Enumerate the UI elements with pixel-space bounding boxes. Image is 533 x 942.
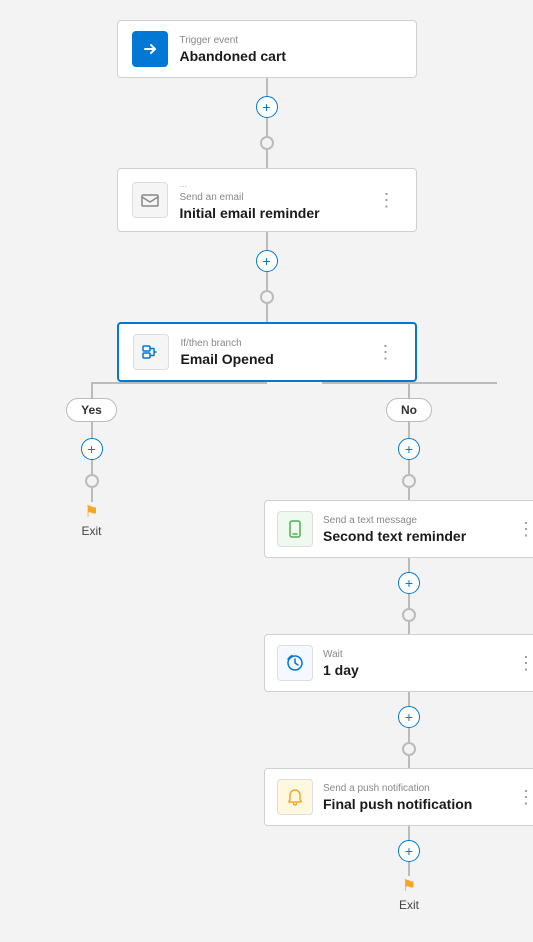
yes-line-mid (91, 422, 93, 438)
no-circle-3 (402, 742, 416, 756)
email-action-title: Initial email reminder (180, 205, 372, 221)
yes-exit-flag: ⚑ Exit (81, 502, 101, 538)
yes-label: Yes (66, 398, 117, 422)
no-line-10 (408, 862, 410, 876)
push-title: Final push notification (323, 796, 511, 812)
yes-add-btn[interactable]: + (81, 438, 103, 460)
email-menu-btn[interactable]: ⋮ (372, 187, 402, 213)
wait-label: Wait (323, 649, 511, 660)
no-line-8 (408, 756, 410, 768)
push-icon (277, 779, 313, 815)
flow-canvas: Trigger event Abandoned cart + ... Send … (0, 0, 533, 942)
sms-title: Second text reminder (323, 528, 511, 544)
no-exit-label: Exit (399, 898, 419, 912)
email-card[interactable]: ... Send an email Initial email reminder… (117, 168, 417, 232)
email-meta: ... (180, 179, 372, 189)
yes-exit-icon: ⚑ (84, 502, 98, 522)
branch-card[interactable]: If/then branch Email Opened ⋮ (117, 322, 417, 382)
trigger-text: Trigger event Abandoned cart (180, 35, 402, 64)
trigger-card[interactable]: Trigger event Abandoned cart (117, 20, 417, 78)
connector-circle-1 (260, 136, 274, 150)
sms-card[interactable]: Send a text message Second text reminder… (264, 500, 533, 558)
no-add-btn-1[interactable]: + (398, 438, 420, 460)
no-line-7 (408, 728, 410, 742)
connector-line-6 (266, 304, 268, 322)
branch-h-line-left (92, 382, 267, 384)
no-exit-flag: ⚑ Exit (399, 876, 419, 912)
branch-label: If/then branch (181, 338, 371, 349)
push-card[interactable]: Send a push notification Final push noti… (264, 768, 533, 826)
no-label: No (386, 398, 432, 422)
connector-line-1 (266, 78, 268, 96)
no-exit-icon: ⚑ (402, 876, 416, 896)
wait-title: 1 day (323, 662, 511, 678)
sms-text: Send a text message Second text reminder (323, 515, 511, 544)
no-line-6 (408, 692, 410, 706)
push-text: Send a push notification Final push noti… (323, 783, 511, 812)
push-menu-btn[interactable]: ⋮ (511, 784, 533, 810)
wait-card[interactable]: Wait 1 day ⋮ (264, 634, 533, 692)
branch-icon (133, 334, 169, 370)
connector-line-4 (266, 232, 268, 250)
trigger-icon (132, 31, 168, 67)
no-branch-column: No + Send a text message (322, 382, 497, 912)
connector-line-5 (266, 272, 268, 290)
sms-label: Send a text message (323, 515, 511, 526)
yes-exit-label: Exit (81, 524, 101, 538)
push-label: Send a push notification (323, 783, 511, 794)
email-icon (132, 182, 168, 218)
no-line-1 (408, 460, 410, 474)
no-line-3 (408, 558, 410, 572)
no-line-2 (408, 488, 410, 500)
yes-line-2 (91, 460, 93, 474)
wait-icon (277, 645, 313, 681)
no-circle-1 (402, 474, 416, 488)
no-add-btn-2[interactable]: + (398, 572, 420, 594)
branch-menu-btn[interactable]: ⋮ (371, 339, 401, 365)
trigger-label: Trigger event (180, 35, 402, 46)
no-line-5 (408, 622, 410, 634)
sms-menu-btn[interactable]: ⋮ (511, 516, 533, 542)
no-add-btn-3[interactable]: + (398, 706, 420, 728)
no-line-mid (408, 422, 410, 438)
add-btn-1[interactable]: + (256, 96, 278, 118)
trigger-title: Abandoned cart (180, 48, 402, 64)
connector-line-3 (266, 150, 268, 168)
branch-card-text: If/then branch Email Opened (181, 338, 371, 367)
wait-menu-btn[interactable]: ⋮ (511, 650, 533, 676)
no-line-9 (408, 826, 410, 840)
no-circle-2 (402, 608, 416, 622)
no-line-top (408, 382, 410, 398)
branch-h-line-right (322, 382, 497, 384)
email-action-label: Send an email (180, 192, 372, 203)
wait-text: Wait 1 day (323, 649, 511, 678)
no-add-btn-4[interactable]: + (398, 840, 420, 862)
connector-line-2 (266, 118, 268, 136)
email-card-text: ... Send an email Initial email reminder (180, 179, 372, 221)
yes-circle (85, 474, 99, 488)
add-btn-2[interactable]: + (256, 250, 278, 272)
yes-line-3 (91, 488, 93, 502)
no-line-4 (408, 594, 410, 608)
branch-title: Email Opened (181, 351, 371, 367)
sms-icon (277, 511, 313, 547)
connector-circle-2 (260, 290, 274, 304)
yes-branch-column: Yes + ⚑ Exit (37, 382, 147, 538)
yes-line-top (91, 382, 93, 398)
